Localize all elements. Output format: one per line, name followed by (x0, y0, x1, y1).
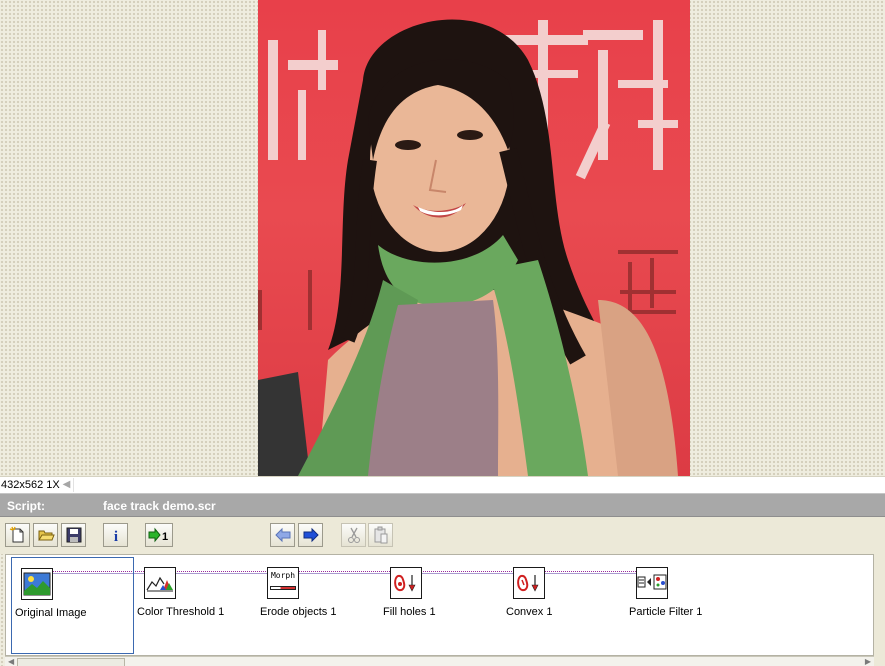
steps-horizontal-scrollbar[interactable]: ◀ ▶ (5, 656, 874, 666)
previous-step-button[interactable] (270, 523, 295, 547)
step-label: Erode objects 1 (260, 606, 337, 618)
step-label: Color Threshold 1 (137, 606, 225, 618)
step-label: Particle Filter 1 (629, 606, 703, 618)
paste-icon (374, 526, 387, 544)
cut-icon (347, 527, 360, 543)
scroll-left-arrow-icon[interactable]: ◀ (60, 478, 74, 492)
morph-icon: Morph (267, 567, 299, 599)
portrait-photo (258, 0, 690, 476)
svg-text:1: 1 (162, 531, 168, 543)
convex-icon (517, 574, 539, 592)
step-convex[interactable]: Convex 1 (503, 557, 626, 654)
cut-button[interactable] (341, 523, 366, 547)
arrow-right-icon (303, 527, 319, 543)
scroll-right-icon[interactable]: ▶ (865, 657, 871, 666)
step-label: Original Image (15, 607, 87, 619)
save-disk-icon (66, 527, 81, 543)
image-viewer[interactable] (0, 0, 885, 476)
open-script-button[interactable] (33, 523, 58, 547)
morph-bar-icon (270, 586, 296, 590)
script-header: Script: face track demo.scr (0, 493, 885, 517)
script-toolbar: i 1 (0, 517, 885, 554)
step-label: Fill holes 1 (383, 606, 436, 618)
image-status-strip: 432x562 1X ◀ (0, 476, 885, 493)
script-info-button[interactable]: i (103, 523, 128, 547)
open-folder-icon (37, 530, 55, 541)
step-particle-filter[interactable]: Particle Filter 1 (626, 557, 749, 654)
step-color-threshold[interactable]: Color Threshold 1 (134, 557, 257, 654)
morph-icon-text: Morph (270, 571, 296, 580)
particle-filter-icon (637, 574, 667, 590)
color-threshold-icon (146, 576, 173, 592)
step-original-image[interactable]: Original Image (11, 557, 134, 654)
new-script-button[interactable] (5, 523, 30, 547)
step-erode-objects[interactable]: Morph Erode objects 1 (257, 557, 380, 654)
script-name: face track demo.scr (103, 499, 216, 513)
paste-button[interactable] (368, 523, 393, 547)
image-size-zoom-label: 432x562 1X (1, 479, 60, 491)
scrollbar-thumb[interactable] (17, 658, 125, 666)
original-image-icon (23, 572, 51, 596)
arrow-left-icon (274, 527, 290, 543)
step-fill-holes[interactable]: Fill holes 1 (380, 557, 503, 654)
panel-edge (874, 554, 885, 666)
save-script-button[interactable] (61, 523, 86, 547)
script-steps-panel: Original Image Color Threshold 1 Morph E… (5, 554, 874, 656)
script-label: Script: (7, 499, 46, 513)
svg-text:i: i (113, 529, 117, 544)
new-script-icon (9, 526, 23, 543)
run-once-button[interactable]: 1 (145, 523, 173, 547)
info-icon: i (113, 529, 117, 544)
run-once-icon: 1 (148, 527, 168, 543)
next-step-button[interactable] (298, 523, 323, 547)
fill-holes-icon (394, 574, 416, 592)
step-label: Convex 1 (506, 606, 553, 618)
scroll-left-icon[interactable]: ◀ (8, 657, 14, 666)
